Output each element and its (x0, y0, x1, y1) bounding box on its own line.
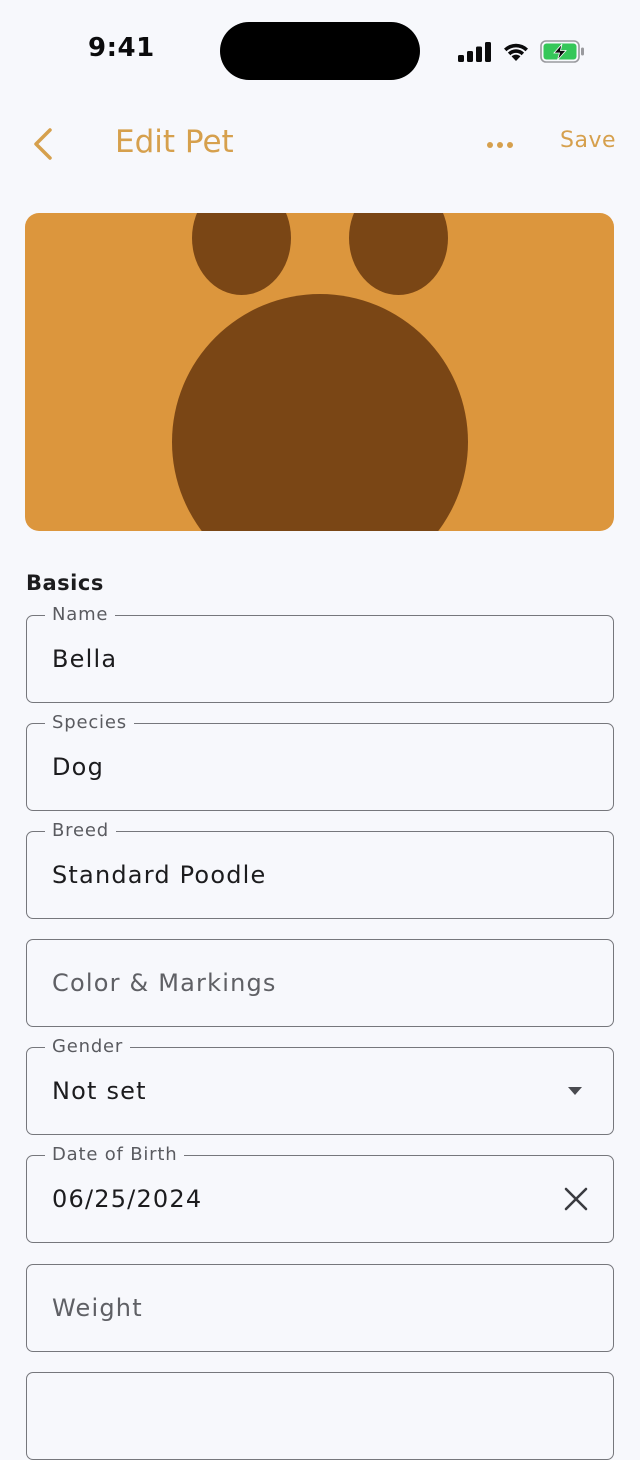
status-time: 9:41 (88, 33, 155, 63)
chevron-left-icon (34, 128, 52, 160)
date-of-birth-label: Date of Birth (45, 1143, 185, 1167)
name-field[interactable]: Name Bella (26, 603, 614, 703)
more-button[interactable] (480, 130, 520, 160)
next-field-partial[interactable] (26, 1372, 614, 1460)
color-markings-placeholder: Color & Markings (52, 969, 277, 997)
dynamic-island (220, 22, 420, 80)
gender-select-label: Gender (45, 1035, 131, 1059)
breed-field-value: Standard Poodle (52, 861, 267, 889)
back-button[interactable] (26, 122, 66, 166)
wifi-icon (504, 43, 528, 61)
status-bar: 9:41 (0, 0, 640, 100)
name-field-value: Bella (52, 645, 118, 673)
page-title: Edit Pet (115, 124, 234, 160)
paw-toe-right (349, 213, 448, 295)
save-button[interactable]: Save (560, 128, 616, 153)
gender-select-value: Not set (52, 1077, 147, 1105)
pet-photo[interactable] (25, 213, 614, 531)
ellipsis-icon (487, 142, 513, 148)
weight-placeholder: Weight (52, 1294, 143, 1322)
name-field-label: Name (45, 603, 116, 627)
color-markings-field[interactable]: Color & Markings (26, 939, 614, 1027)
species-field-label: Species (45, 711, 134, 735)
weight-field[interactable]: Weight (26, 1264, 614, 1352)
clear-icon[interactable] (563, 1186, 589, 1212)
breed-field-label: Breed (45, 819, 116, 843)
battery-charging-icon (540, 40, 584, 63)
gender-select[interactable]: Gender Not set (26, 1035, 614, 1135)
species-field[interactable]: Species Dog (26, 711, 614, 811)
dropdown-arrow-icon (568, 1087, 582, 1095)
paw-toe-left (192, 213, 291, 295)
nav-bar: Edit Pet Save (0, 110, 640, 180)
species-field-value: Dog (52, 753, 104, 781)
paw-pad (172, 294, 468, 531)
date-of-birth-field[interactable]: Date of Birth 06/25/2024 (26, 1143, 614, 1243)
section-title-basics: Basics (26, 571, 104, 595)
breed-field[interactable]: Breed Standard Poodle (26, 819, 614, 919)
cellular-signal-icon (458, 42, 491, 62)
date-of-birth-value: 06/25/2024 (52, 1185, 203, 1213)
